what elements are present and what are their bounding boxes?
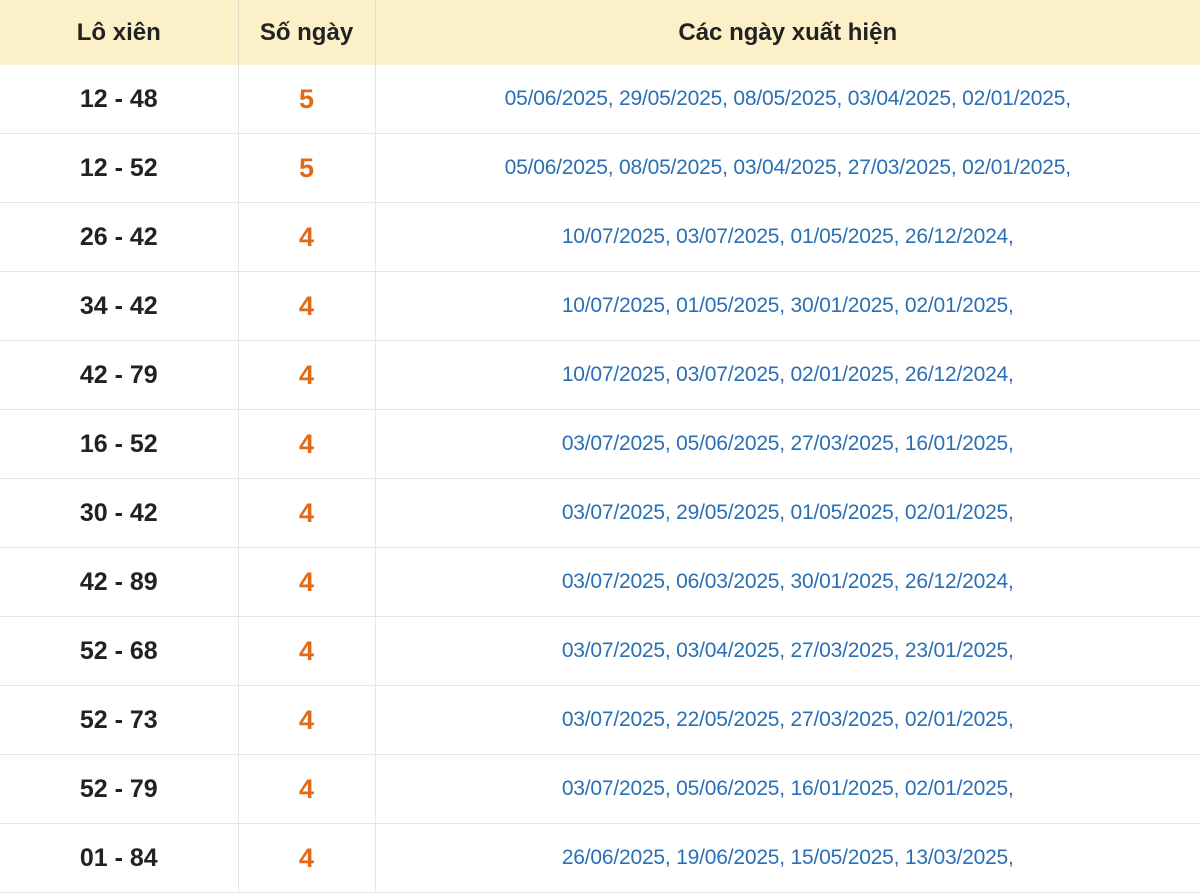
count-cell: 4 [237, 202, 375, 272]
table-header: Lô xiên Số ngày Các ngày xuất hiện [0, 0, 1200, 65]
lo-xien-table: Lô xiên Số ngày Các ngày xuất hiện 12 - … [0, 0, 1200, 893]
table-row: 12 - 52 5 05/06/2025, 08/05/2025, 03/04/… [0, 133, 1200, 203]
pair-cell: 52 - 73 [0, 685, 238, 755]
count-cell: 5 [237, 133, 375, 203]
pair-cell: 16 - 52 [0, 409, 238, 479]
table-row: 52 - 68 4 03/07/2025, 03/04/2025, 27/03/… [0, 616, 1200, 686]
table-row: 01 - 84 4 26/06/2025, 19/06/2025, 15/05/… [0, 823, 1200, 893]
table-row: 30 - 42 4 03/07/2025, 29/05/2025, 01/05/… [0, 478, 1200, 548]
pair-cell: 30 - 42 [0, 478, 238, 548]
dates-cell: 03/07/2025, 29/05/2025, 01/05/2025, 02/0… [374, 478, 1200, 548]
dates-cell: 05/06/2025, 29/05/2025, 08/05/2025, 03/0… [374, 65, 1200, 134]
dates-cell: 10/07/2025, 01/05/2025, 30/01/2025, 02/0… [374, 271, 1200, 341]
count-cell: 4 [237, 685, 375, 755]
pair-cell: 52 - 79 [0, 754, 238, 824]
table-row: 26 - 42 4 10/07/2025, 03/07/2025, 01/05/… [0, 202, 1200, 272]
table-row: 42 - 79 4 10/07/2025, 03/07/2025, 02/01/… [0, 340, 1200, 410]
dates-cell: 03/07/2025, 03/04/2025, 27/03/2025, 23/0… [374, 616, 1200, 686]
count-cell: 4 [237, 478, 375, 548]
count-cell: 5 [237, 65, 375, 134]
dates-cell: 03/07/2025, 05/06/2025, 16/01/2025, 02/0… [374, 754, 1200, 824]
count-cell: 4 [237, 754, 375, 824]
header-dates: Các ngày xuất hiện [374, 0, 1200, 65]
table-body: 12 - 48 5 05/06/2025, 29/05/2025, 08/05/… [0, 65, 1200, 893]
table-row: 34 - 42 4 10/07/2025, 01/05/2025, 30/01/… [0, 271, 1200, 341]
table-row: 42 - 89 4 03/07/2025, 06/03/2025, 30/01/… [0, 547, 1200, 617]
pair-cell: 26 - 42 [0, 202, 238, 272]
pair-cell: 52 - 68 [0, 616, 238, 686]
dates-cell: 05/06/2025, 08/05/2025, 03/04/2025, 27/0… [374, 133, 1200, 203]
pair-cell: 42 - 89 [0, 547, 238, 617]
pair-cell: 01 - 84 [0, 823, 238, 893]
count-cell: 4 [237, 271, 375, 341]
count-cell: 4 [237, 409, 375, 479]
table-row: 52 - 73 4 03/07/2025, 22/05/2025, 27/03/… [0, 685, 1200, 755]
count-cell: 4 [237, 340, 375, 410]
dates-cell: 03/07/2025, 05/06/2025, 27/03/2025, 16/0… [374, 409, 1200, 479]
count-cell: 4 [237, 616, 375, 686]
pair-cell: 34 - 42 [0, 271, 238, 341]
dates-cell: 10/07/2025, 03/07/2025, 02/01/2025, 26/1… [374, 340, 1200, 410]
pair-cell: 42 - 79 [0, 340, 238, 410]
table-row: 16 - 52 4 03/07/2025, 05/06/2025, 27/03/… [0, 409, 1200, 479]
table-row: 52 - 79 4 03/07/2025, 05/06/2025, 16/01/… [0, 754, 1200, 824]
dates-cell: 03/07/2025, 22/05/2025, 27/03/2025, 02/0… [374, 685, 1200, 755]
header-row: Lô xiên Số ngày Các ngày xuất hiện [0, 0, 1200, 65]
header-pair: Lô xiên [0, 0, 238, 65]
pair-cell: 12 - 48 [0, 65, 238, 134]
header-count: Số ngày [237, 0, 375, 65]
pair-cell: 12 - 52 [0, 133, 238, 203]
count-cell: 4 [237, 823, 375, 893]
count-cell: 4 [237, 547, 375, 617]
dates-cell: 03/07/2025, 06/03/2025, 30/01/2025, 26/1… [374, 547, 1200, 617]
table-row: 12 - 48 5 05/06/2025, 29/05/2025, 08/05/… [0, 65, 1200, 134]
dates-cell: 26/06/2025, 19/06/2025, 15/05/2025, 13/0… [374, 823, 1200, 893]
dates-cell: 10/07/2025, 03/07/2025, 01/05/2025, 26/1… [374, 202, 1200, 272]
